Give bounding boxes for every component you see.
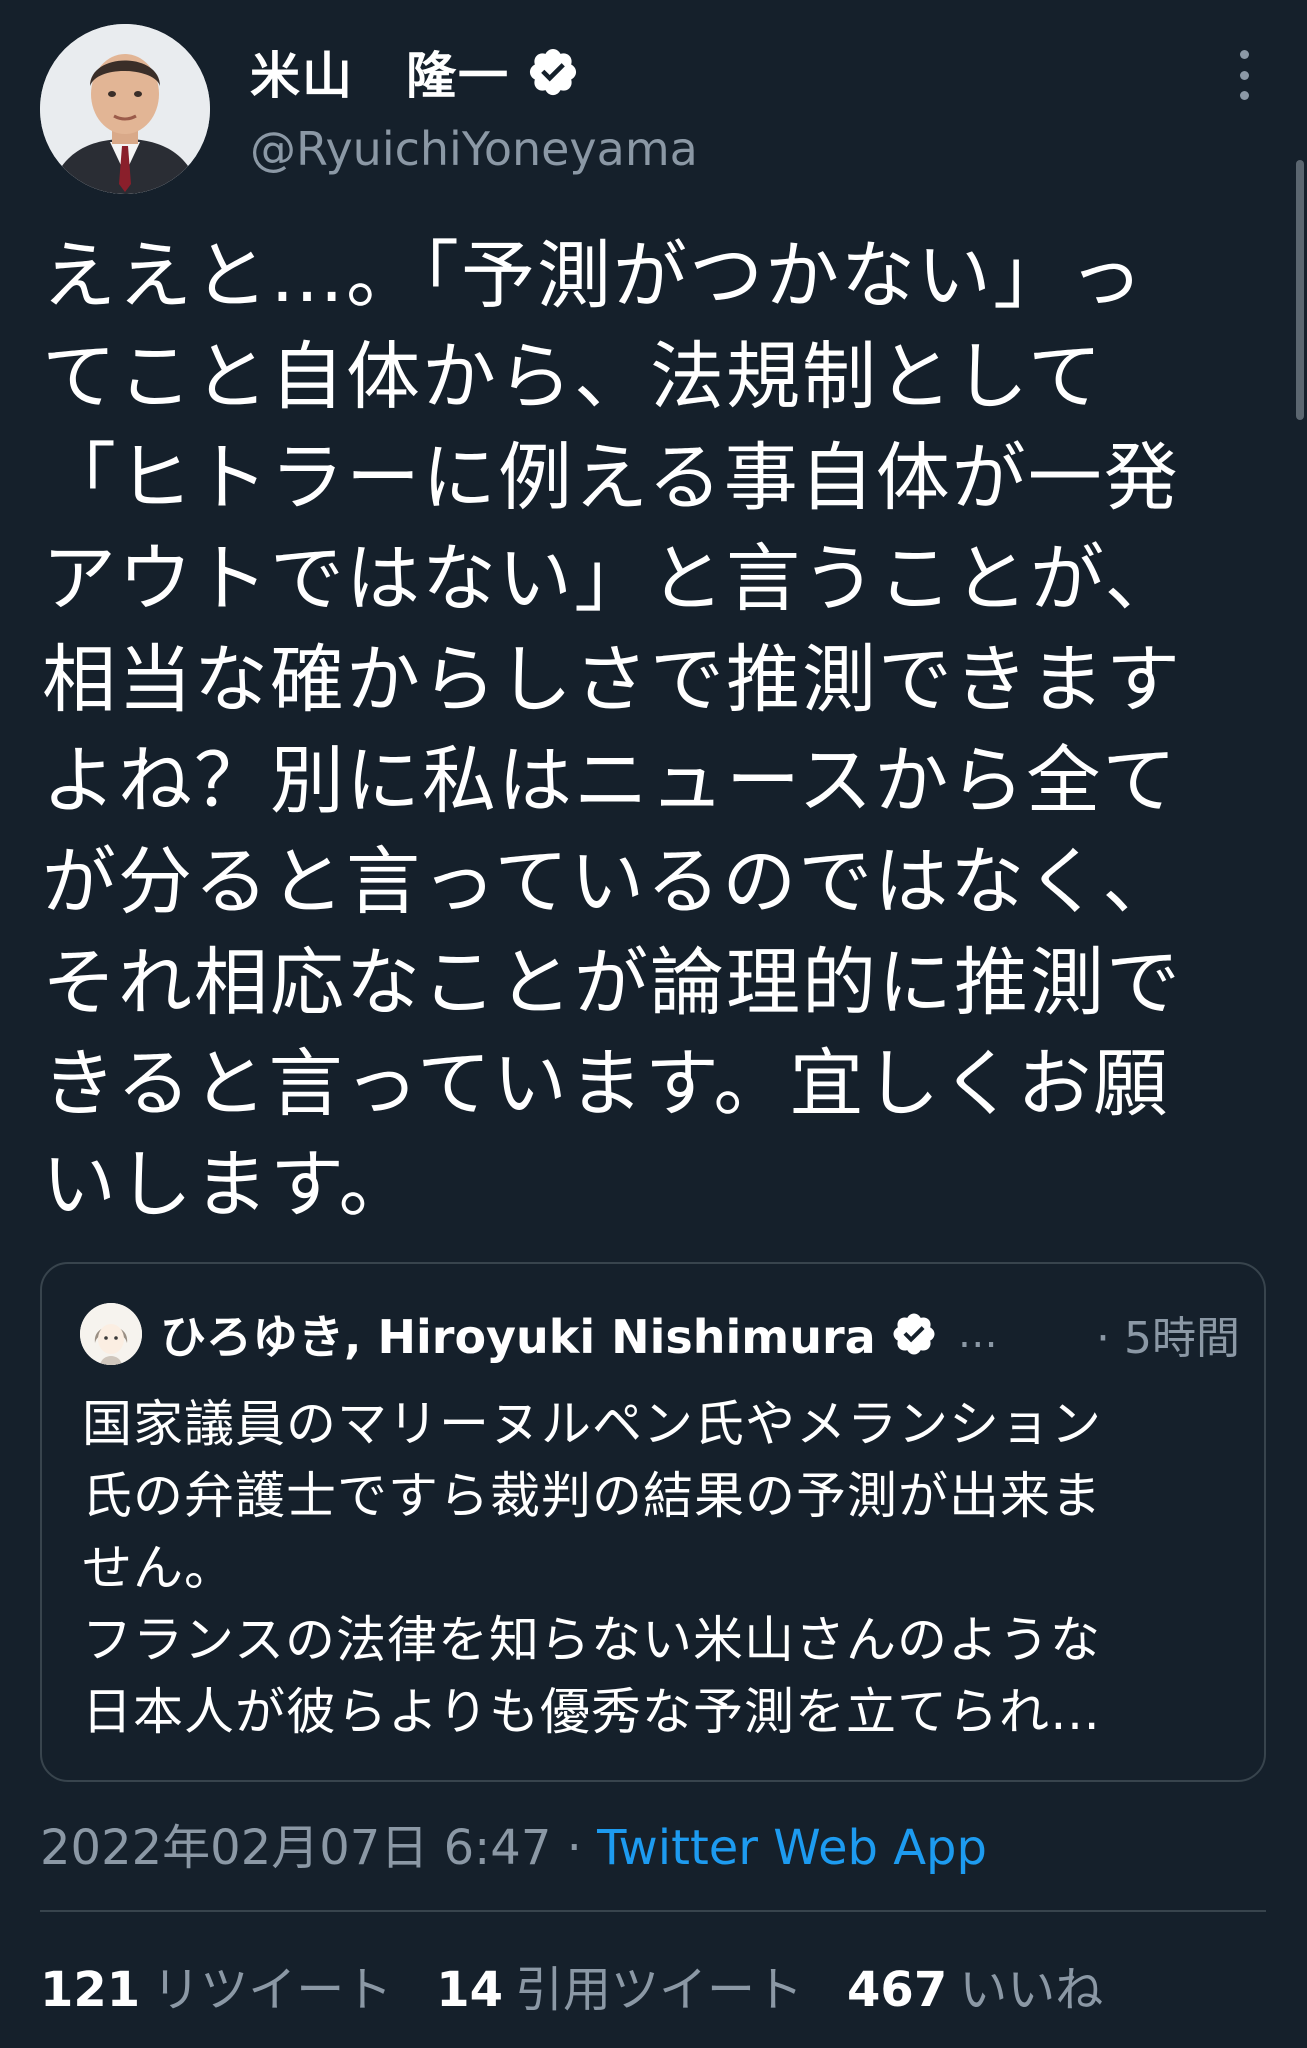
- tweet-text: ええと…。「予測がつかない」っ てこと自体から、法規制として 「ヒトラーに例える…: [42, 226, 1262, 1236]
- quoted-name-ellipsis: …: [957, 1311, 998, 1357]
- quote-tweets-stat[interactable]: 14 引用ツイート: [436, 1950, 803, 2020]
- quoted-author-illustration: [80, 1303, 142, 1365]
- author-name-row: 米山 隆一: [250, 36, 580, 108]
- author-display-name[interactable]: 米山 隆一: [250, 36, 510, 108]
- tweet-text-line: それ相応なことが論理的に推測で: [42, 940, 1182, 1026]
- stats-divider: [40, 1910, 1266, 1912]
- tweet-timestamp[interactable]: 2022年02月07日 6:47: [40, 1820, 551, 1876]
- quoted-text-line: フランスの法律を知らない米山さんのような: [82, 1611, 1101, 1669]
- likes-label: いいね: [959, 1962, 1104, 2018]
- tweet-text-line: アウトではない」と言うことが、: [42, 536, 1181, 622]
- tweet-metadata: 2022年02月07日 6:47 · Twitter Web App: [40, 1808, 987, 1878]
- quoted-tweet-text: 国家議員のマリーヌルペン氏やメランション 氏の弁護士ですら裁判の結果の予測が出来…: [82, 1388, 1232, 1748]
- quoted-verified-badge-icon: [893, 1313, 935, 1355]
- engagement-stats: 121 リツイート 14 引用ツイート 467 いいね: [40, 1950, 1147, 2020]
- quoted-text-line: 日本人が彼らよりも優秀な予測を立てられ…: [82, 1683, 1101, 1741]
- page-scrollbar[interactable]: [1296, 160, 1304, 420]
- author-avatar[interactable]: [40, 24, 210, 194]
- tweet-text-line: ええと…。「予測がつかない」っ: [42, 233, 1145, 319]
- likes-stat[interactable]: 467 いいね: [847, 1950, 1103, 2020]
- quoted-tweet-header: ひろゆき, Hiroyuki Nishimura … · 5時間: [80, 1302, 1240, 1366]
- author-handle[interactable]: @RyuichiYoneyama: [250, 122, 698, 176]
- tweet-text-line: きると言っています。宜しくお願: [42, 1041, 1170, 1127]
- retweets-count: 121: [40, 1962, 141, 2018]
- quoted-tweet-time[interactable]: · 5時間: [1096, 1302, 1240, 1366]
- likes-count: 467: [847, 1962, 948, 2018]
- quote-tweets-label: 引用ツイート: [515, 1962, 804, 2018]
- tweet-text-line: てこと自体から、法規制として: [42, 334, 1104, 420]
- meta-separator: ·: [551, 1820, 598, 1876]
- quote-tweets-count: 14: [436, 1962, 504, 2018]
- tweet-detail: 米山 隆一 @RyuichiYoneyama ええと…。「予測がつかない」っ て…: [0, 0, 1307, 2048]
- tweet-text-line: 「ヒトラーに例える事自体が一発: [42, 435, 1180, 521]
- tweet-text-line: いします。: [42, 1142, 415, 1228]
- quoted-text-line: 氏の弁護士ですら裁判の結果の予測が出来ま: [82, 1467, 1102, 1525]
- tweet-text-line: が分ると言っているのではなく、: [42, 839, 1179, 925]
- quoted-text-line: 国家議員のマリーヌルペン氏やメランション: [82, 1395, 1102, 1453]
- quoted-tweet-card[interactable]: ひろゆき, Hiroyuki Nishimura … · 5時間 国家議員のマリ…: [40, 1262, 1266, 1782]
- quoted-text-line: せん。: [82, 1539, 235, 1597]
- tweet-source-link[interactable]: Twitter Web App: [597, 1820, 987, 1876]
- tweet-text-line: 相当な確からしさで推測できます: [42, 637, 1182, 723]
- author-photo: [40, 24, 210, 194]
- retweets-label: リツイート: [152, 1962, 393, 2018]
- quoted-author-name[interactable]: ひろゆき, Hiroyuki Nishimura: [160, 1301, 876, 1367]
- verified-badge-icon: [529, 48, 577, 96]
- retweets-stat[interactable]: 121 リツイート: [40, 1950, 392, 2020]
- tweet-text-line: よね？別に私はニュースから全て: [42, 738, 1179, 824]
- quoted-author-avatar: [80, 1303, 142, 1365]
- more-options-icon[interactable]: [1226, 50, 1262, 100]
